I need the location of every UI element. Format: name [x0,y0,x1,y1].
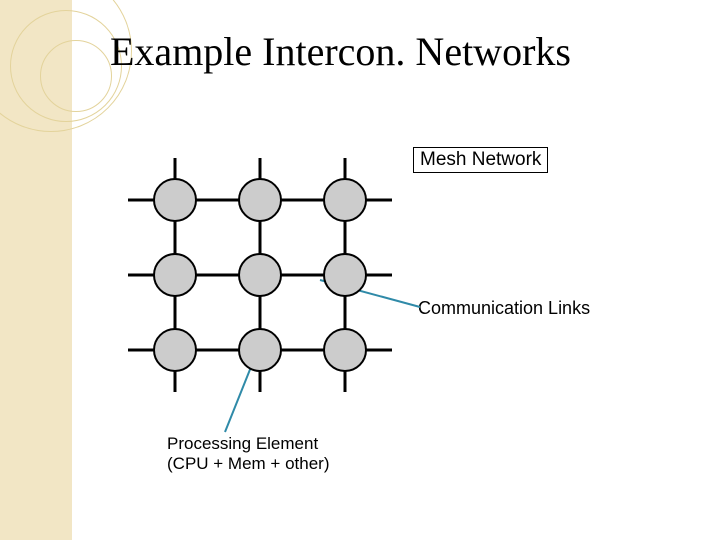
node-r1-c1 [239,254,281,296]
node-r0-c1 [239,179,281,221]
node-r1-c0 [154,254,196,296]
callout-to-node [225,362,253,432]
mesh-nodes [154,179,366,371]
node-r1-c2 [324,254,366,296]
node-r2-c2 [324,329,366,371]
mesh-diagram [0,0,720,540]
node-r2-c0 [154,329,196,371]
node-r0-c0 [154,179,196,221]
node-r0-c2 [324,179,366,221]
node-r2-c1 [239,329,281,371]
